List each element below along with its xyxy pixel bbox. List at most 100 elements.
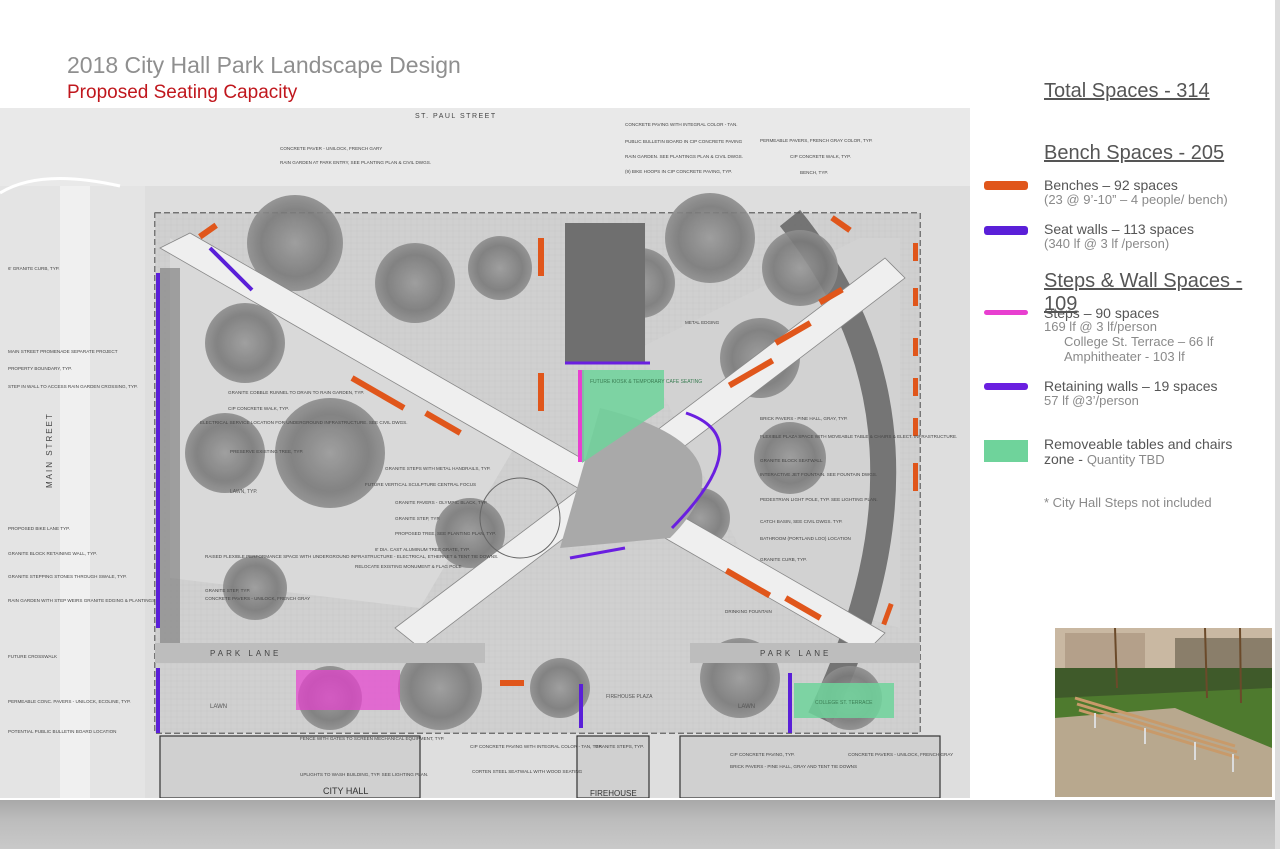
legend-steps-college: College St. Terrace – 66 lf	[1064, 334, 1214, 349]
note-right: FLEXIBLE PLAZA SPACE WITH MOVEABLE TABLE…	[760, 434, 957, 439]
legend-benches: Benches – 92 spaces	[1044, 177, 1178, 193]
note-mid: GRANITE STEP, TYP.	[205, 588, 250, 593]
city-hall-label: CITY HALL	[323, 786, 368, 796]
note-left: STEP IN WALL TO ACCESS RAIN GARDEN CROSS…	[8, 384, 138, 389]
note-left: GRANITE STEPPING STONES THROUGH SWALE, T…	[8, 574, 127, 579]
legend-retaining-sub: 57 lf @3’/person	[1044, 393, 1139, 408]
seat-wall-swatch	[984, 226, 1028, 235]
legend-tables-tbd: Quantity TBD	[1086, 452, 1165, 467]
note-top: PUBLIC BULLETIN BOARD IN CIP CONCRETE PA…	[625, 139, 743, 144]
bench	[913, 378, 918, 396]
note-top: (9) BIKE HOOPS IN CIP CONCRETE PAVING, T…	[625, 169, 732, 174]
note-center: GRANITE STEPS WITH METAL HANDRAILS, TYP.	[385, 466, 491, 471]
note-left: GRANITE BLOCK RETAINING WALL, TYP.	[8, 551, 97, 556]
note-center: CORTEN STEEL SEATWALL WITH WOOD SEATING	[472, 769, 583, 774]
legend-total-spaces: Total Spaces - 314	[1044, 80, 1210, 102]
kiosk-label: FUTURE KIOSK & TEMPORARY CAFE SEATING	[590, 379, 702, 385]
note-right: PERMEABLE PAVERS, FRENCH GRAY COLOR, TYP…	[760, 138, 873, 143]
college-terrace-label: COLLEGE ST. TERRACE	[815, 700, 873, 706]
city-hall-building	[159, 735, 421, 798]
legend-tables: Removeable tables and chairs	[1044, 436, 1233, 452]
legend-benches-sub: (23 @ 9’-10” – 4 people/ bench)	[1044, 192, 1228, 207]
lawn-label-west: LAWN	[210, 704, 227, 710]
note-mid: FENCE WITH GATES TO SCREEN MECHANICAL EQ…	[300, 736, 444, 741]
park-lane-label-west: PARK LANE	[210, 649, 281, 658]
note-right: INTERACTIVE JET FOUNTAIN. SEE FOUNTAIN D…	[760, 472, 877, 477]
note-left: 6' GRANITE CURB, TYP.	[8, 266, 60, 271]
note-right: CIP CONCRETE PAVING, TYP.	[730, 752, 795, 757]
note-center: FUTURE VERTICAL SCULPTURE CENTRAL FOCUS	[365, 482, 476, 487]
note-mid: PRESERVE EXISTING TREE, TYP.	[230, 449, 303, 454]
legend-note: * City Hall Steps not included	[1044, 495, 1212, 510]
bench	[500, 680, 524, 686]
note-right: GRANITE BLOCK SEATWALL	[760, 458, 823, 463]
lawn-typ-label: LAWN, TYP.	[230, 489, 257, 495]
note-right: BATHROOM (PORTLAND LOO) LOCATION	[760, 536, 851, 541]
note-left: PROPOSED BIKE LANE TYP.	[8, 526, 70, 531]
note-right: CATCH BASIN, SEE CIVIL DWGS. TYP.	[760, 519, 843, 524]
note-right: BRICK PAVERS - PINE HALL, GRAY, TYP.	[760, 416, 848, 421]
note-right: METAL EDGING	[685, 320, 720, 325]
note-center: GRANITE PAVERS - OLYMPIC BLACK, TYP.	[395, 500, 488, 505]
note-right: DRINKING FOUNTAIN	[725, 609, 772, 614]
note-right: CONCRETE PAVERS - UNILOCK, FRENCH GRAY	[848, 752, 953, 757]
note-center: 8' DIA. CAST ALUMINUM TREE GRATE, TYP.	[375, 547, 470, 552]
park-lane-west	[155, 643, 485, 663]
legend-bench-spaces-heading: Bench Spaces - 205	[1044, 142, 1225, 164]
legend-tables-line2: zone - Quantity TBD	[1044, 451, 1165, 468]
note-mid: CIP CONCRETE WALK, TYP.	[228, 406, 289, 411]
bench	[913, 288, 918, 306]
note-mid: UPLIGHTS TO WASH BUILDING, TYP. SEE LIGH…	[300, 772, 428, 777]
north-rain-garden	[565, 223, 645, 363]
note-center: PROPOSED TREE, SEE PLANTING PLAN, TYP.	[395, 531, 496, 536]
firehouse-label: FIREHOUSE	[590, 789, 637, 798]
page-subtitle: Proposed Seating Capacity	[67, 82, 298, 103]
note-mid: ELECTRICAL SERVICE LOCATION FOR UNDERGRO…	[200, 420, 408, 425]
legend-steps-amphitheater: Amphitheater - 103 lf	[1064, 349, 1185, 364]
note-left: POTENTIAL PUBLIC BULLETIN BOARD LOCATION	[8, 729, 117, 734]
legend-seat-walls: Seat walls – 113 spaces	[1044, 221, 1194, 237]
note-center: CIP CONCRETE PAVING WITH INTEGRAL COLOR …	[470, 744, 602, 749]
note-left: PROPERTY BOUNDARY, TYP.	[8, 366, 72, 371]
bench	[538, 373, 544, 411]
retaining-wall-swatch	[984, 383, 1028, 390]
bench	[913, 463, 918, 491]
steps-zone-city-hall	[296, 670, 400, 710]
main-street-label: MAIN STREET	[45, 412, 54, 488]
note-center: GRANITE STEPS, TYP.	[595, 744, 644, 749]
note-mid: RAIN GARDEN AT PARK ENTRY, SEE PLANTING …	[280, 160, 431, 165]
note-mid: RAISED FLEXIBLE PERFORMANCE SPACE WITH U…	[205, 554, 498, 559]
note-left: FUTURE CROSSWALK	[8, 654, 58, 659]
note-left: RAIN GARDEN WITH STEP WEIRS GRANITE EDGI…	[8, 598, 155, 603]
note-mid: CONCRETE PAVERS - UNILOCK, FRENCH GRAY	[205, 596, 310, 601]
note-right: GRANITE CURB, TYP.	[760, 557, 807, 562]
scrollbar[interactable]	[1275, 0, 1280, 849]
note-top: RAIN GARDEN. SEE PLANTINGS PLAN & CIVIL …	[625, 154, 743, 159]
note-right: BENCH, TYP.	[800, 170, 828, 175]
legend-seat-walls-sub: (340 lf @ 3 lf /person)	[1044, 236, 1170, 251]
firehouse-plaza-label: FIREHOUSE PLAZA	[606, 694, 653, 700]
lawn-label-east: LAWN	[738, 704, 755, 710]
note-center: RELOCATE EXISTING MONUMENT & FLAG POLE	[355, 564, 462, 569]
legend-tables-zone: zone -	[1044, 451, 1087, 467]
note-left: PERMEABLE CONC. PAVERS - UNILOCK, ECOLIN…	[8, 699, 131, 704]
slide-footer-bar	[0, 800, 1280, 849]
site-plan: PARK LANE PARK LANE CITY HALL FIREHOUSE …	[0, 108, 970, 798]
bench	[913, 243, 918, 261]
st-paul-street-label: ST. PAUL STREET	[415, 113, 497, 120]
note-top: CONCRETE PAVING WITH INTEGRAL COLOR - TA…	[625, 122, 738, 127]
west-rain-garden	[160, 268, 180, 648]
page-title: 2018 City Hall Park Landscape Design	[67, 52, 461, 78]
bench	[538, 238, 544, 276]
note-right: CIP CONCRETE WALK, TYP.	[790, 154, 851, 159]
note-right: PEDESTRIAN LIGHT POLE, TYP. SEE LIGHTING…	[760, 497, 878, 502]
bench-swatch	[984, 181, 1028, 190]
legend-steps-sub: 169 lf @ 3 lf/person	[1044, 319, 1157, 334]
note-mid: CONCRETE PAVER - UNILOCK, FRENCH GARY	[280, 146, 382, 151]
bench-photo	[1055, 628, 1272, 797]
note-right: BRICK PAVERS - PINE HALL, GRAY AND TENT …	[730, 764, 857, 769]
tables-zone-swatch	[984, 440, 1028, 462]
note-mid: GRANITE COBBLE RUNNEL TO DRAIN TO RAIN G…	[228, 390, 364, 395]
steps-swatch	[984, 310, 1028, 315]
note-center: GRANITE STEP, TYP.	[395, 516, 440, 521]
